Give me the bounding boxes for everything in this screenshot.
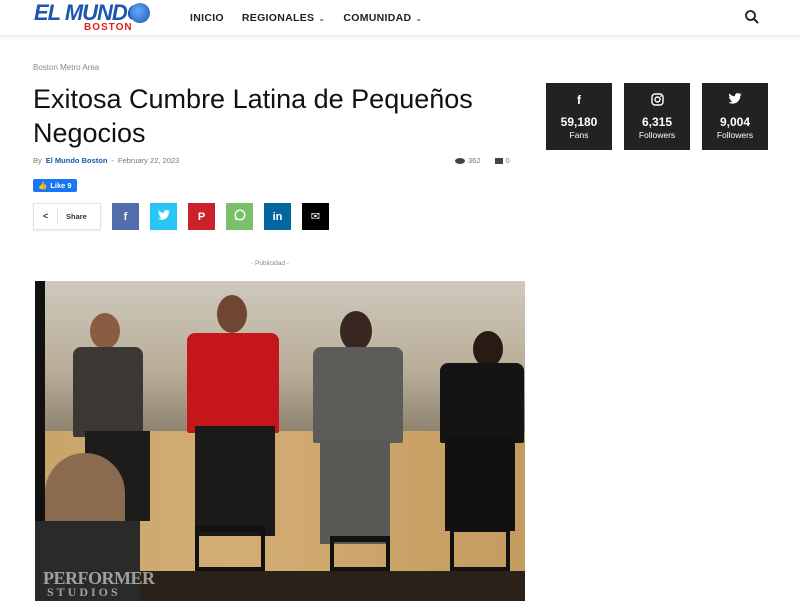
nav-item-regionales[interactable]: REGIONALES ⌄ [242, 12, 325, 24]
social-twitter[interactable]: 9,004 Followers [702, 83, 768, 150]
breadcrumb[interactable]: Boston Metro Area [33, 63, 99, 72]
social-instagram[interactable]: 6,315 Followers [624, 83, 690, 150]
nav-label: INICIO [190, 12, 224, 24]
nav-item-comunidad[interactable]: COMUNIDAD ⌄ [343, 12, 422, 24]
email-icon: ✉ [310, 211, 321, 223]
pinterest-share-button[interactable]: P [188, 203, 215, 230]
social-count: 6,315 [641, 115, 673, 129]
pinterest-icon: P [197, 210, 206, 223]
comments-value: 0 [505, 156, 510, 165]
article-photo: PERFORMER STUDIOS [35, 281, 525, 601]
photo-watermark: PERFORMER STUDIOS [43, 569, 155, 599]
thumbs-up-icon: 👍 [38, 181, 48, 190]
stool [195, 526, 265, 571]
globe-icon [130, 3, 150, 23]
linkedin-icon: in [272, 210, 283, 223]
share-row: < Share f P in ✉ [33, 203, 329, 230]
facebook-like-button[interactable]: 👍 Like 9 [33, 179, 77, 192]
views-value: 362 [468, 156, 481, 165]
share-icon: < [34, 209, 58, 224]
site-header: EL MUNDO BOSTON INICIO REGIONALES ⌄ COMU… [0, 0, 800, 36]
search-icon[interactable] [744, 9, 760, 25]
social-count: 59,180 [560, 115, 598, 129]
facebook-icon: f [123, 210, 128, 223]
views-count: 362 [455, 156, 481, 165]
stool [330, 536, 390, 571]
share-button[interactable]: < Share [33, 203, 101, 230]
social-label: Followers [638, 130, 676, 140]
share-label: Share [66, 212, 87, 221]
chevron-down-icon: ⌄ [415, 13, 423, 23]
comments-count[interactable]: 0 [494, 156, 510, 165]
social-label: Fans [569, 130, 589, 140]
social-counters: f 59,180 Fans 6,315 Followers 9,004 Foll… [546, 83, 768, 150]
nav-item-inicio[interactable]: INICIO [190, 12, 224, 24]
by-label: By [33, 156, 42, 165]
email-share-button[interactable]: ✉ [302, 203, 329, 230]
twitter-icon [702, 93, 768, 109]
publish-date: February 22, 2023 [117, 156, 180, 165]
comment-icon [494, 158, 503, 165]
article-stats: 362 0 [455, 156, 510, 165]
whatsapp-share-button[interactable] [226, 203, 253, 230]
instagram-icon [624, 93, 690, 109]
facebook-icon: f [577, 93, 581, 107]
main-nav: INICIO REGIONALES ⌄ COMUNIDAD ⌄ [190, 0, 422, 36]
author-link[interactable]: El Mundo Boston [46, 156, 108, 165]
stool [450, 526, 510, 571]
meta-separator: - [111, 156, 114, 165]
ad-label: - Publicidad - [251, 260, 289, 267]
page-title: Exitosa Cumbre Latina de Pequeños Negoci… [33, 84, 473, 148]
like-label: Like 9 [50, 181, 72, 190]
nav-label: REGIONALES [241, 12, 315, 24]
site-logo[interactable]: EL MUNDO BOSTON [34, 0, 154, 34]
whatsapp-icon [234, 209, 246, 224]
social-label: Followers [716, 130, 754, 140]
logo-sub-text: BOSTON [84, 22, 133, 33]
article-meta: By El Mundo Boston - February 22, 2023 [33, 156, 179, 165]
twitter-share-button[interactable] [150, 203, 177, 230]
social-facebook[interactable]: f 59,180 Fans [546, 83, 612, 150]
linkedin-share-button[interactable]: in [264, 203, 291, 230]
social-count: 9,004 [719, 115, 751, 129]
nav-label: COMUNIDAD [343, 12, 412, 24]
eye-icon [455, 158, 465, 165]
twitter-icon [157, 210, 170, 223]
facebook-share-button[interactable]: f [112, 203, 139, 230]
chevron-down-icon: ⌄ [318, 13, 326, 23]
